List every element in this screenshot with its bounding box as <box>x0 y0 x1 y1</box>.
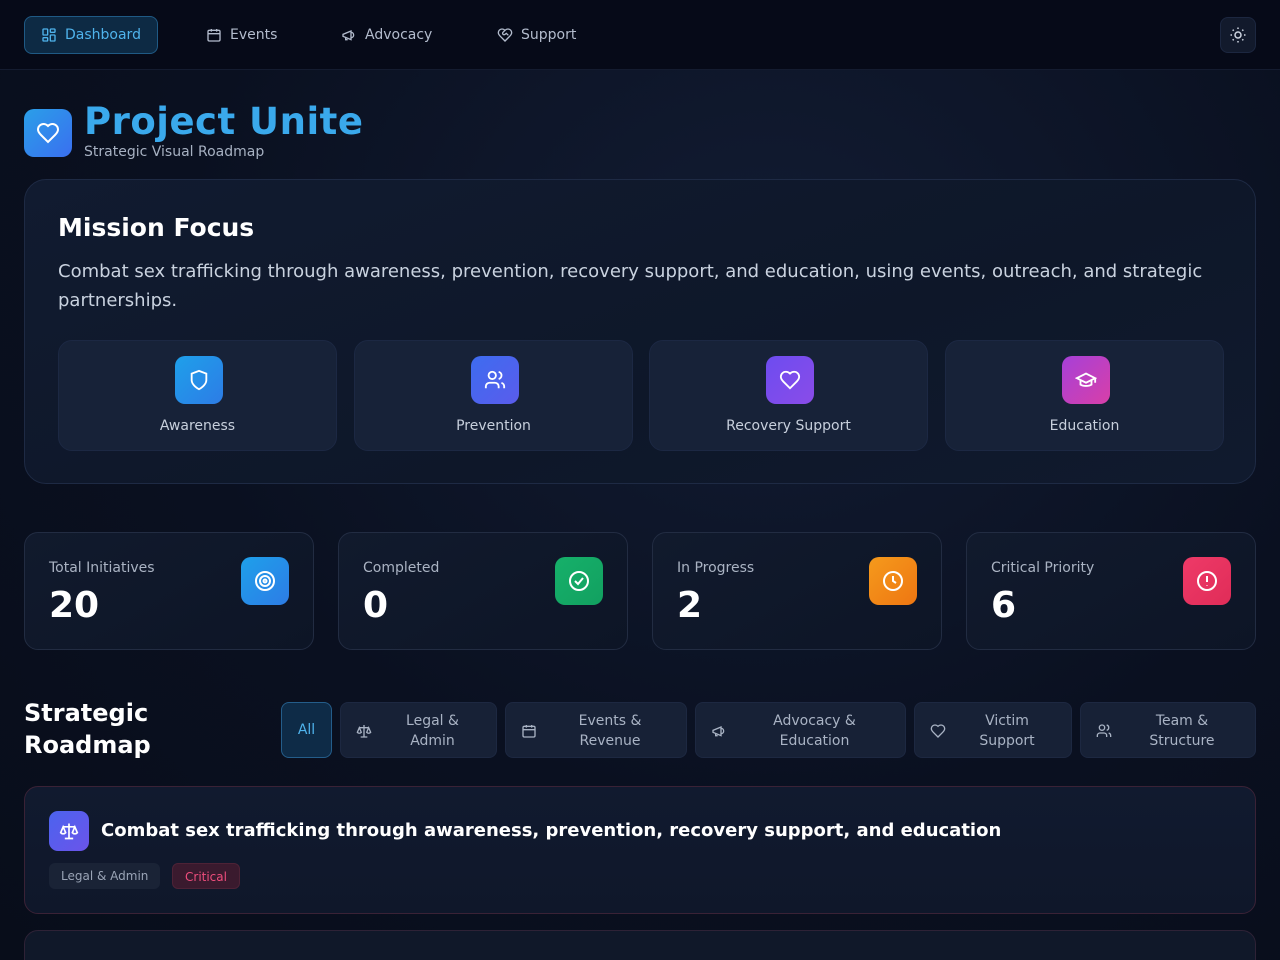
top-navigation: Dashboard Events Advocacy Support <box>0 0 1280 70</box>
heart-handshake-icon <box>497 28 513 42</box>
pillar-label: Prevention <box>456 418 531 434</box>
page-title: Project Unite <box>84 100 364 143</box>
stat-label: Critical Priority <box>991 560 1095 576</box>
filter-label: Team & Structure <box>1149 713 1215 749</box>
pillar-label: Education <box>1049 418 1120 434</box>
stat-card-critical: Critical Priority 6 <box>966 532 1256 650</box>
nav-events-label: Events <box>230 27 278 43</box>
heart-icon <box>779 370 801 390</box>
nav-advocacy-label: Advocacy <box>365 27 433 43</box>
initiative-icon-bg <box>49 811 89 851</box>
mission-focus-panel: Mission Focus Combat sex trafficking thr… <box>24 179 1256 484</box>
stat-value: 20 <box>49 585 100 626</box>
stat-icon-bg <box>241 557 289 605</box>
check-circle-icon <box>569 571 589 591</box>
dashboard-icon <box>42 28 56 42</box>
theme-toggle-button[interactable] <box>1220 17 1256 53</box>
scale-icon <box>59 823 79 840</box>
calendar-icon <box>521 723 537 739</box>
alert-circle-icon <box>1197 571 1217 591</box>
sun-icon <box>1230 27 1246 43</box>
filter-advocacy-education[interactable]: Advocacy & Education <box>695 702 906 758</box>
filter-label: All <box>297 722 316 738</box>
stat-icon-bg <box>869 557 917 605</box>
stat-icon-bg <box>555 557 603 605</box>
filter-legal-admin[interactable]: Legal & Admin <box>340 702 497 758</box>
nav-dashboard[interactable]: Dashboard <box>24 16 158 54</box>
stat-value: 0 <box>363 585 389 626</box>
filter-label: Events & Revenue <box>578 713 642 749</box>
mission-title: Mission Focus <box>58 213 255 242</box>
heart-icon <box>36 122 60 144</box>
pillar-icon-bg <box>1062 356 1110 404</box>
initiative-card[interactable] <box>24 930 1256 960</box>
priority-badge: Critical <box>172 863 240 889</box>
nav-dashboard-label: Dashboard <box>65 27 141 43</box>
pillar-awareness: Awareness <box>58 340 337 451</box>
initiative-card[interactable]: Combat sex trafficking through awareness… <box>24 786 1256 914</box>
pillar-recovery-support: Recovery Support <box>649 340 928 451</box>
initiative-title: Combat sex trafficking through awareness… <box>101 820 1002 841</box>
brand-logo <box>24 109 72 157</box>
pillar-label: Awareness <box>159 418 236 434</box>
pillar-education: Education <box>945 340 1224 451</box>
nav-support-label: Support <box>521 27 577 43</box>
stat-label: Total Initiatives <box>49 560 155 576</box>
pillar-prevention: Prevention <box>354 340 633 451</box>
calendar-icon <box>207 29 221 42</box>
stat-card-total: Total Initiatives 20 <box>24 532 314 650</box>
stat-card-in-progress: In Progress 2 <box>652 532 942 650</box>
filter-events-revenue[interactable]: Events & Revenue <box>505 702 687 758</box>
clock-icon <box>883 571 903 591</box>
stat-card-completed: Completed 0 <box>338 532 628 650</box>
stat-label: Completed <box>363 560 440 576</box>
filter-label: Victim Support <box>979 713 1035 749</box>
category-tag: Legal & Admin <box>49 863 161 889</box>
mission-description: Combat sex trafficking through awareness… <box>58 261 1203 311</box>
pillar-icon-bg <box>471 356 519 404</box>
page-subtitle: Strategic Visual Roadmap <box>84 144 265 160</box>
heart-icon <box>930 723 946 739</box>
users-icon <box>484 370 506 389</box>
megaphone-icon <box>711 723 727 739</box>
filter-victim-support[interactable]: Victim Support <box>914 702 1072 758</box>
stat-value: 6 <box>991 585 1017 626</box>
graduation-cap-icon <box>1075 372 1097 387</box>
nav-support[interactable]: Support <box>481 16 592 54</box>
stat-value: 2 <box>677 585 703 626</box>
nav-events[interactable]: Events <box>190 16 293 54</box>
target-icon <box>255 571 275 591</box>
filter-all[interactable]: All <box>281 702 332 758</box>
pillar-icon-bg <box>175 356 223 404</box>
megaphone-icon <box>342 30 355 41</box>
pillar-label: Recovery Support <box>726 418 851 434</box>
filter-label: Advocacy & Education <box>773 713 856 749</box>
users-icon <box>1096 723 1112 739</box>
shield-icon <box>190 369 208 391</box>
stat-label: In Progress <box>677 560 755 576</box>
roadmap-title: Strategic Roadmap <box>24 699 151 759</box>
pillar-icon-bg <box>766 356 814 404</box>
scale-icon <box>356 723 372 739</box>
stat-icon-bg <box>1183 557 1231 605</box>
filter-label: Legal & Admin <box>406 713 459 749</box>
filter-team-structure[interactable]: Team & Structure <box>1080 702 1256 758</box>
nav-advocacy[interactable]: Advocacy <box>325 16 448 54</box>
